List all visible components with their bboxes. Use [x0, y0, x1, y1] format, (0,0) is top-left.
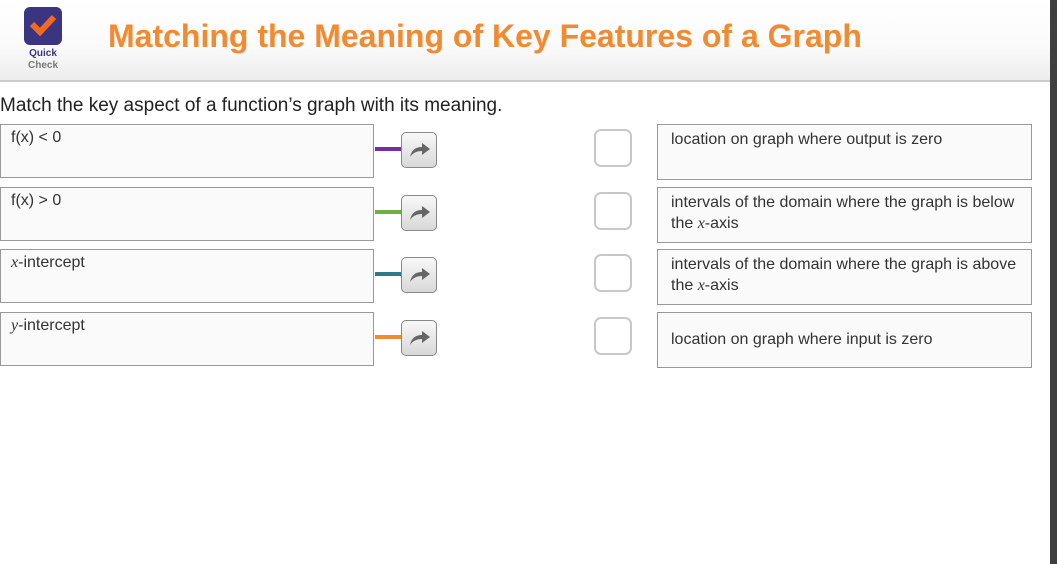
arrow-icon	[410, 330, 430, 345]
connector-line	[375, 209, 401, 214]
match-arrow-button[interactable]	[401, 257, 437, 293]
connector-line	[375, 334, 401, 339]
term-label: f(x) < 0	[11, 129, 62, 146]
meaning-box: location on graph where input is zero	[657, 311, 1032, 368]
term-box[interactable]: x-intercept	[0, 249, 374, 303]
meaning-label: intervals of the domain where the graph …	[671, 256, 1017, 294]
match-arrow-button[interactable]	[401, 132, 437, 168]
match-target-box[interactable]	[594, 191, 632, 230]
term-box[interactable]: f(x) > 0	[0, 186, 374, 241]
quick-check-logo	[24, 7, 62, 45]
meaning-box: intervals of the domain where the graph …	[657, 249, 1032, 305]
arrow-icon	[410, 268, 430, 282]
term-box[interactable]: f(x) < 0	[0, 124, 374, 178]
term-label: f(x) > 0	[11, 191, 62, 209]
connector-line	[375, 272, 401, 276]
match-target-box[interactable]	[594, 129, 632, 167]
arrow-icon	[410, 143, 430, 157]
meaning-label: location on graph where input is zero	[671, 331, 933, 348]
arrow-icon	[410, 205, 430, 220]
match-arrow-button[interactable]	[401, 194, 437, 231]
page-title: Matching the Meaning of Key Features of …	[108, 18, 862, 54]
meaning-box: location on graph where output is zero	[657, 124, 1032, 180]
instructions: Match the key aspect of a function’s gra…	[0, 95, 503, 116]
match-arrow-button[interactable]	[401, 319, 437, 356]
connector-line	[375, 147, 401, 151]
header: Quick Check Matching the Meaning of Key …	[0, 0, 1050, 82]
scrollbar[interactable]	[1050, 0, 1057, 564]
checkmark-icon	[29, 14, 57, 37]
term-box[interactable]: y-intercept	[0, 311, 374, 366]
match-target-box[interactable]	[594, 254, 632, 292]
match-target-box[interactable]	[594, 316, 632, 355]
meaning-box: intervals of the domain where the graph …	[657, 186, 1032, 243]
term-label: y-intercept	[11, 316, 85, 334]
meaning-label: intervals of the domain where the graph …	[671, 193, 1015, 232]
term-label: x-intercept	[11, 254, 85, 271]
logo-text: Quick Check	[27, 48, 58, 71]
meaning-label: location on graph where output is zero	[671, 131, 943, 148]
